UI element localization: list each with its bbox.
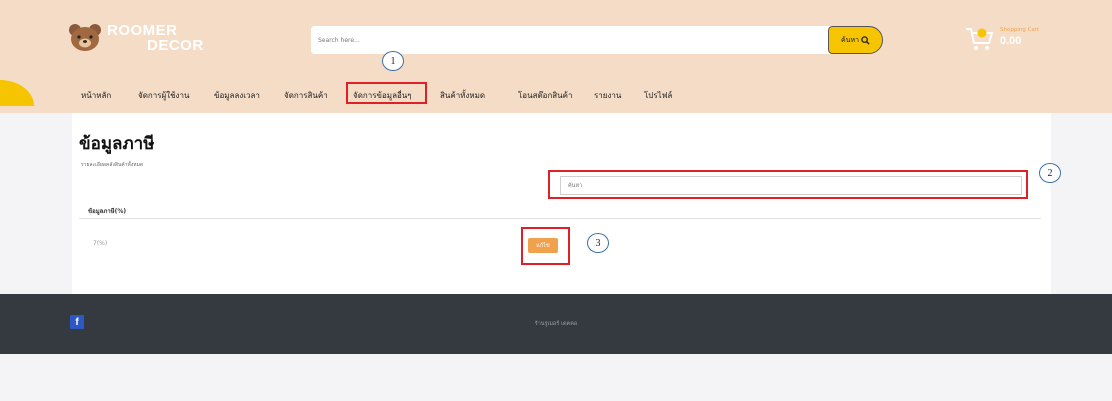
annotation-box-nav (346, 82, 427, 104)
annotation-step-1: 1 (382, 51, 404, 71)
page-title: ข้อมูลภาษี (79, 134, 155, 154)
nav-item-stock-transfer[interactable]: โอนสต๊อกสินค้า (518, 89, 573, 102)
search-input[interactable] (311, 26, 825, 54)
annotation-step-3: 3 (587, 233, 609, 253)
nav-item-home[interactable]: หน้าหลัก (81, 89, 111, 102)
search-icon (861, 35, 870, 45)
nav-item-time-records[interactable]: ข้อมูลลงเวลา (214, 89, 260, 102)
search-bar: ค้นหา (311, 26, 883, 54)
annotation-box-search (548, 170, 1028, 199)
search-button-label: ค้นหา (840, 36, 859, 44)
content-card (72, 113, 1051, 294)
nav-item-all-products[interactable]: สินค้าทั้งหมด (440, 89, 485, 102)
nav-item-manage-products[interactable]: จัดการสินค้า (284, 89, 328, 102)
annotation-box-edit (521, 227, 570, 265)
search-button[interactable]: ค้นหา (828, 26, 883, 54)
table-divider (79, 218, 1041, 219)
brand-logo[interactable]: ROOMER DECOR (67, 20, 207, 60)
page-subtitle: รายละเอียดคลังสินค้าทั้งหมด (81, 162, 144, 168)
cart-total: 0.00 (1000, 35, 1022, 47)
annotation-step-2: 2 (1039, 163, 1061, 183)
bear-logo-icon (69, 24, 101, 51)
tax-rate-value: 7(%) (93, 240, 108, 247)
nav-item-manage-users[interactable]: จัดการผู้ใช้งาน (138, 89, 189, 102)
brand-name-line2: DECOR (147, 37, 204, 54)
cart-label: Shopping Cart (1000, 27, 1040, 33)
nav-item-reports[interactable]: รายงาน (594, 89, 621, 102)
shopping-cart-icon[interactable] (964, 25, 994, 53)
footer-copyright: ร้านรูเมอร์ เดคคอ (534, 321, 578, 327)
column-header-tax: ข้อมูลภาษี(%) (88, 208, 127, 215)
nav-item-profile[interactable]: โปรไฟล์ (644, 89, 672, 102)
